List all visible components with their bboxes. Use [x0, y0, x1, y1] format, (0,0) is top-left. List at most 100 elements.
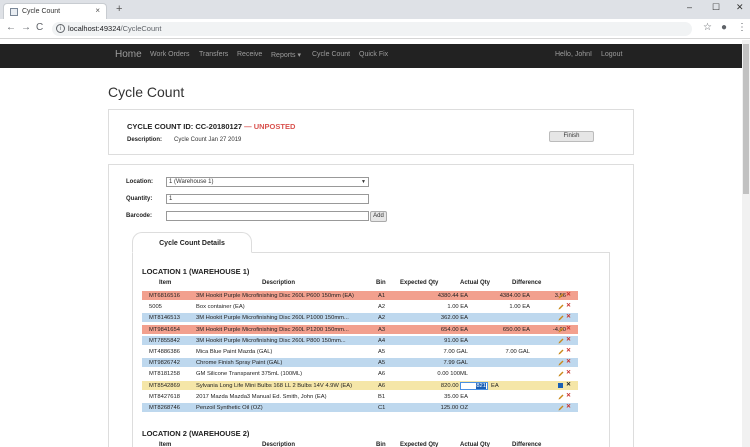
- quantity-input[interactable]: 1: [166, 194, 369, 204]
- nav-receive[interactable]: Receive: [237, 51, 262, 58]
- table-row[interactable]: MT8268746 Penzoil Synthetic Oil (OZ) C1 125…: [142, 403, 578, 413]
- table-row[interactable]: MT8427618 2017 Mazda Mazda3 Manual Ed. Sm…: [142, 391, 578, 402]
- star-icon[interactable]: ☆: [703, 22, 712, 33]
- nav-reports[interactable]: Reports ▾: [271, 51, 301, 59]
- item-cell: MT9841654: [149, 326, 180, 333]
- delete-icon[interactable]: ✕: [566, 370, 571, 377]
- table-row[interactable]: MT9841654 3M Hookit Purple Microfinishing…: [142, 324, 578, 335]
- pencil-icon[interactable]: [558, 315, 564, 321]
- app-navbar: Home Work Orders Transfers Receive Repor…: [0, 44, 742, 68]
- table-row[interactable]: MT8542869 Sylvania Long Life Mini Bulbs 1…: [142, 380, 578, 391]
- delete-icon[interactable]: ✕: [566, 292, 571, 299]
- scrollbar-thumb[interactable]: [743, 44, 749, 194]
- cycle-count-id: CYCLE COUNT ID: CC-20180127 — UNPOSTED: [127, 122, 295, 131]
- minimize-icon[interactable]: –: [687, 2, 692, 12]
- description-cell: 2017 Mazda Mazda3 Manual Ed. Smith, John…: [196, 393, 327, 400]
- pencil-icon[interactable]: [558, 360, 564, 366]
- status-badge: — UNPOSTED: [242, 122, 296, 131]
- pencil-icon[interactable]: [558, 405, 564, 411]
- location-2-title: LOCATION 2 (WAREHOUSE 2): [142, 429, 250, 438]
- table-row[interactable]: MT9826742 Chrome Finish Spray Paint (GAL)…: [142, 358, 578, 369]
- delete-icon[interactable]: ✕: [566, 337, 571, 344]
- delete-icon[interactable]: ✕: [566, 326, 571, 333]
- forward-icon[interactable]: →: [21, 22, 31, 33]
- pencil-icon[interactable]: [558, 371, 564, 377]
- delete-icon[interactable]: ✕: [566, 404, 571, 411]
- profile-icon[interactable]: ●: [721, 22, 727, 33]
- col-actual-qty: Actual Qty: [460, 442, 491, 447]
- maximize-icon[interactable]: ☐: [712, 2, 720, 13]
- expected-qty-cell: 91.00 EA: [444, 337, 468, 344]
- delete-icon[interactable]: ✕: [566, 348, 571, 355]
- tab-cycle-count-details[interactable]: Cycle Count Details: [132, 232, 252, 253]
- table-row[interactable]: MT8146513 3M Hookit Purple Microfinishing…: [142, 313, 578, 324]
- delete-icon[interactable]: ✕: [566, 359, 571, 366]
- pencil-icon[interactable]: [558, 349, 564, 355]
- delete-icon[interactable]: ✕: [566, 314, 571, 321]
- add-button[interactable]: Add: [370, 211, 387, 222]
- location-select-value: 1 (Warehouse 1): [169, 179, 214, 185]
- location-select[interactable]: 1 (Warehouse 1) ▼: [166, 177, 369, 187]
- col-expected-qty: Expected Qty: [400, 442, 439, 447]
- table-row[interactable]: MT7855842 3M Hookit Purple Microfinishing…: [142, 335, 578, 346]
- table-header-location-1: Item Description Bin Expected Qty Actual…: [142, 279, 578, 288]
- pencil-icon[interactable]: [558, 338, 564, 344]
- new-tab-icon[interactable]: +: [116, 3, 122, 15]
- location-label: Location:: [126, 179, 153, 185]
- nav-greeting[interactable]: Hello, JohnI: [555, 51, 592, 58]
- page-title: Cycle Count: [108, 84, 185, 100]
- location-1-title: LOCATION 1 (WAREHOUSE 1): [142, 267, 250, 276]
- bin-cell: A1: [378, 293, 386, 299]
- reload-icon[interactable]: C: [36, 22, 43, 33]
- table-row[interactable]: 5005 Box container (EA) A2 1.00 EA 1.00 EA ✕: [142, 302, 578, 313]
- table-row[interactable]: MT6816516 3M Hookit Purple Microfinishing…: [142, 291, 578, 301]
- item-cell: MT8542869: [149, 382, 180, 389]
- table-row[interactable]: MT4886386 Mica Blue Paint Mazda (GAL) A5 7.…: [142, 347, 578, 357]
- nav-work-orders[interactable]: Work Orders: [150, 51, 190, 58]
- nav-transfers[interactable]: Transfers: [199, 51, 228, 58]
- delete-icon[interactable]: ✕: [566, 393, 571, 400]
- close-tab-icon[interactable]: ×: [95, 6, 100, 15]
- barcode-input[interactable]: [166, 211, 369, 221]
- col-difference: Difference: [512, 280, 542, 286]
- expected-qty-cell: 125.00 OZ: [440, 405, 468, 411]
- menu-icon[interactable]: ⋮: [737, 22, 747, 33]
- pencil-icon[interactable]: [558, 304, 564, 310]
- item-cell: MT8146513: [149, 315, 180, 322]
- expected-qty-cell: 35.00 EA: [444, 393, 468, 400]
- pencil-icon[interactable]: [558, 293, 564, 299]
- item-cell: MT8268746: [149, 405, 180, 411]
- description-label: Description:: [127, 137, 163, 143]
- nav-cycle-count[interactable]: Cycle Count: [312, 51, 350, 58]
- actual-qty-input[interactable]: 821: [460, 381, 488, 390]
- actual-qty-unit: EA: [491, 382, 499, 389]
- cycle-count-header-panel: CYCLE COUNT ID: CC-20180127 — UNPOSTED D…: [108, 109, 634, 155]
- bin-cell: A5: [378, 360, 386, 367]
- table-row[interactable]: MT8181258 GM Silicone Transparent 375mL (…: [142, 369, 578, 380]
- cancel-icon[interactable]: ✕: [566, 382, 571, 389]
- description-cell: GM Silicone Transparent 375mL (100ML): [196, 371, 303, 378]
- nav-logout[interactable]: Logout: [601, 51, 622, 58]
- pencil-icon[interactable]: [558, 394, 564, 400]
- item-cell: MT7855842: [149, 337, 180, 344]
- bin-cell: C1: [378, 405, 386, 411]
- url-field[interactable]: i localhost:49324/CycleCount: [52, 22, 692, 36]
- close-window-icon[interactable]: ✕: [736, 2, 744, 13]
- save-icon[interactable]: [558, 382, 563, 388]
- col-bin: Bin: [376, 442, 386, 447]
- nav-brand-home[interactable]: Home: [115, 49, 142, 60]
- barcode-label: Barcode:: [126, 213, 153, 219]
- nav-quick-fix[interactable]: Quick Fix: [359, 51, 388, 58]
- address-bar-row: ← → C i localhost:49324/CycleCount ☆ ● ⋮: [0, 19, 750, 39]
- delete-icon[interactable]: ✕: [566, 303, 571, 310]
- back-icon[interactable]: ←: [6, 22, 16, 33]
- pencil-icon[interactable]: [558, 327, 564, 333]
- finish-button[interactable]: Finish: [549, 131, 594, 142]
- vertical-scrollbar[interactable]: [742, 40, 750, 447]
- expected-qty-cell: 4380.44 EA: [437, 293, 468, 299]
- info-icon[interactable]: i: [56, 24, 65, 33]
- cycle-count-id-value: CC-20180127: [195, 122, 243, 131]
- item-cell: MT6816516: [149, 293, 180, 299]
- description-cell: Penzoil Synthetic Oil (OZ): [196, 405, 263, 411]
- browser-tab[interactable]: Cycle Count ×: [3, 3, 107, 19]
